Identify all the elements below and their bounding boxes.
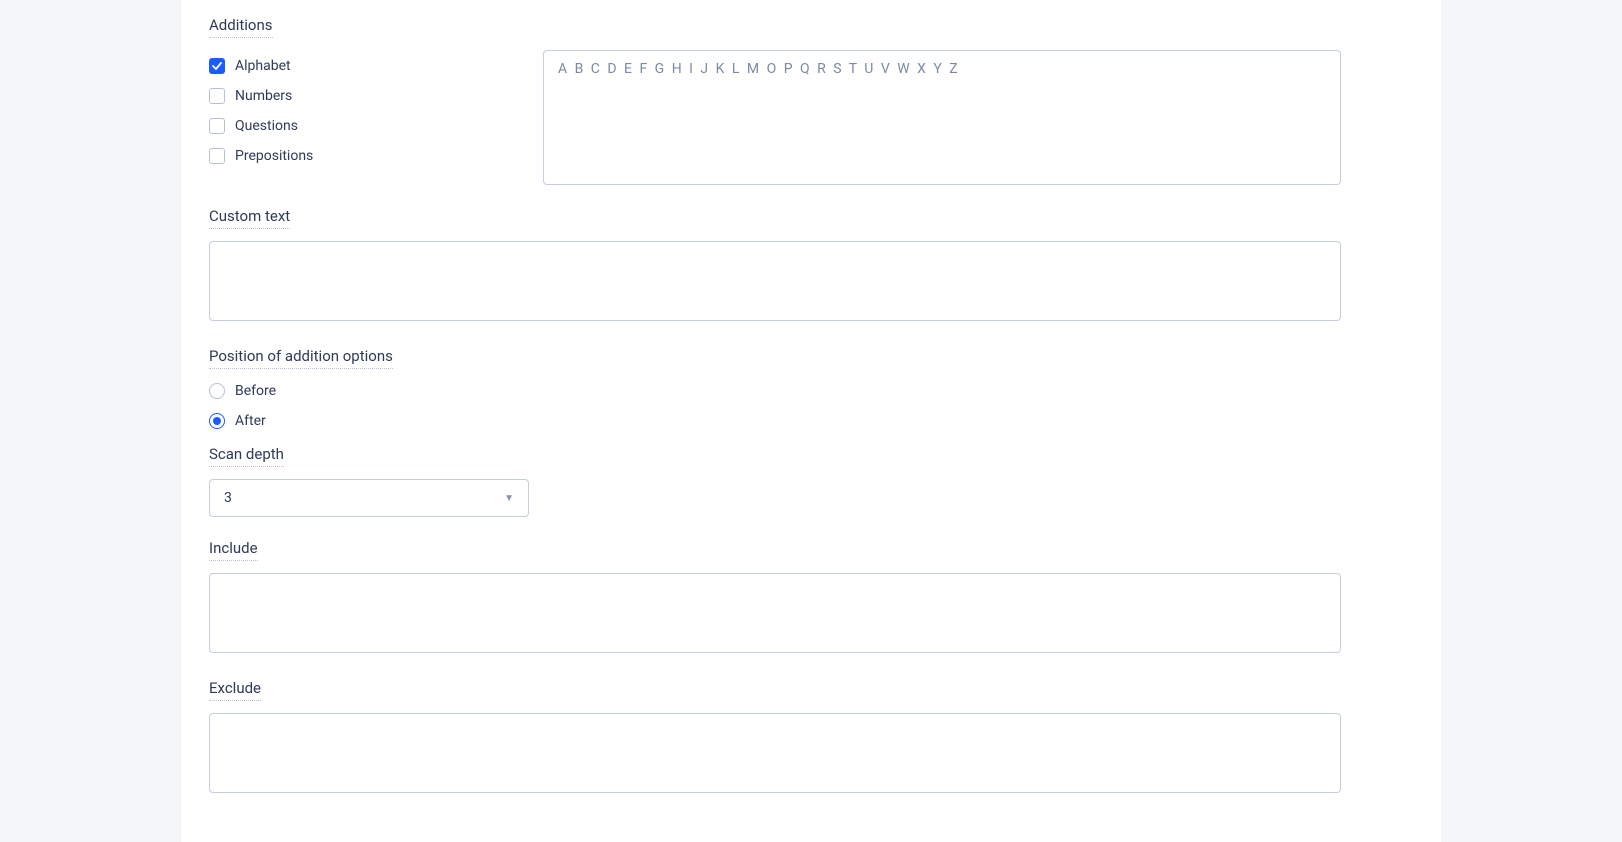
exclude-title: Exclude: [209, 679, 261, 701]
radio-before[interactable]: Before: [209, 383, 1341, 399]
scan-depth-value: 3: [224, 490, 232, 506]
exclude-input[interactable]: [209, 713, 1341, 793]
custom-text-input[interactable]: [209, 241, 1341, 321]
checkbox-alphabet-label: Alphabet: [235, 58, 291, 74]
additions-checkbox-column: Alphabet Numbers Questions: [209, 50, 499, 164]
custom-text-section: Custom text: [209, 201, 1341, 325]
checkbox-prepositions-label: Prepositions: [235, 148, 313, 164]
radio-icon: [209, 383, 225, 399]
scan-depth-title: Scan depth: [209, 445, 284, 467]
checkbox-numbers-label: Numbers: [235, 88, 292, 104]
additions-section: Additions Alphabet Numbers: [209, 10, 1341, 185]
radio-after[interactable]: After: [209, 413, 1341, 429]
scan-depth-section: Scan depth 3 ▼: [209, 439, 1341, 517]
checkbox-prepositions[interactable]: Prepositions: [209, 148, 499, 164]
include-input[interactable]: [209, 573, 1341, 653]
check-icon: [209, 148, 225, 164]
exclude-section: Exclude: [209, 673, 1341, 797]
check-icon: [209, 88, 225, 104]
include-title: Include: [209, 539, 258, 561]
additions-title: Additions: [209, 16, 273, 38]
checkbox-questions-label: Questions: [235, 118, 298, 134]
scan-depth-select[interactable]: 3 ▼: [209, 479, 529, 517]
radio-before-label: Before: [235, 383, 276, 399]
radio-after-label: After: [235, 413, 266, 429]
radio-icon: [209, 413, 225, 429]
additions-row: Alphabet Numbers Questions: [209, 50, 1341, 185]
position-radio-group: Before After: [209, 383, 1341, 429]
custom-text-title: Custom text: [209, 207, 290, 229]
additions-preview: A B C D E F G H I J K L M O P Q R S T U …: [543, 50, 1341, 185]
check-icon: [209, 118, 225, 134]
settings-panel: Additions Alphabet Numbers: [181, 0, 1441, 842]
checkbox-numbers[interactable]: Numbers: [209, 88, 499, 104]
caret-down-icon: ▼: [504, 493, 514, 504]
position-section: Position of addition options Before Afte…: [209, 341, 1341, 429]
position-title: Position of addition options: [209, 347, 393, 369]
checkbox-questions[interactable]: Questions: [209, 118, 499, 134]
check-icon: [209, 58, 225, 74]
checkbox-alphabet[interactable]: Alphabet: [209, 58, 499, 74]
include-section: Include: [209, 533, 1341, 657]
